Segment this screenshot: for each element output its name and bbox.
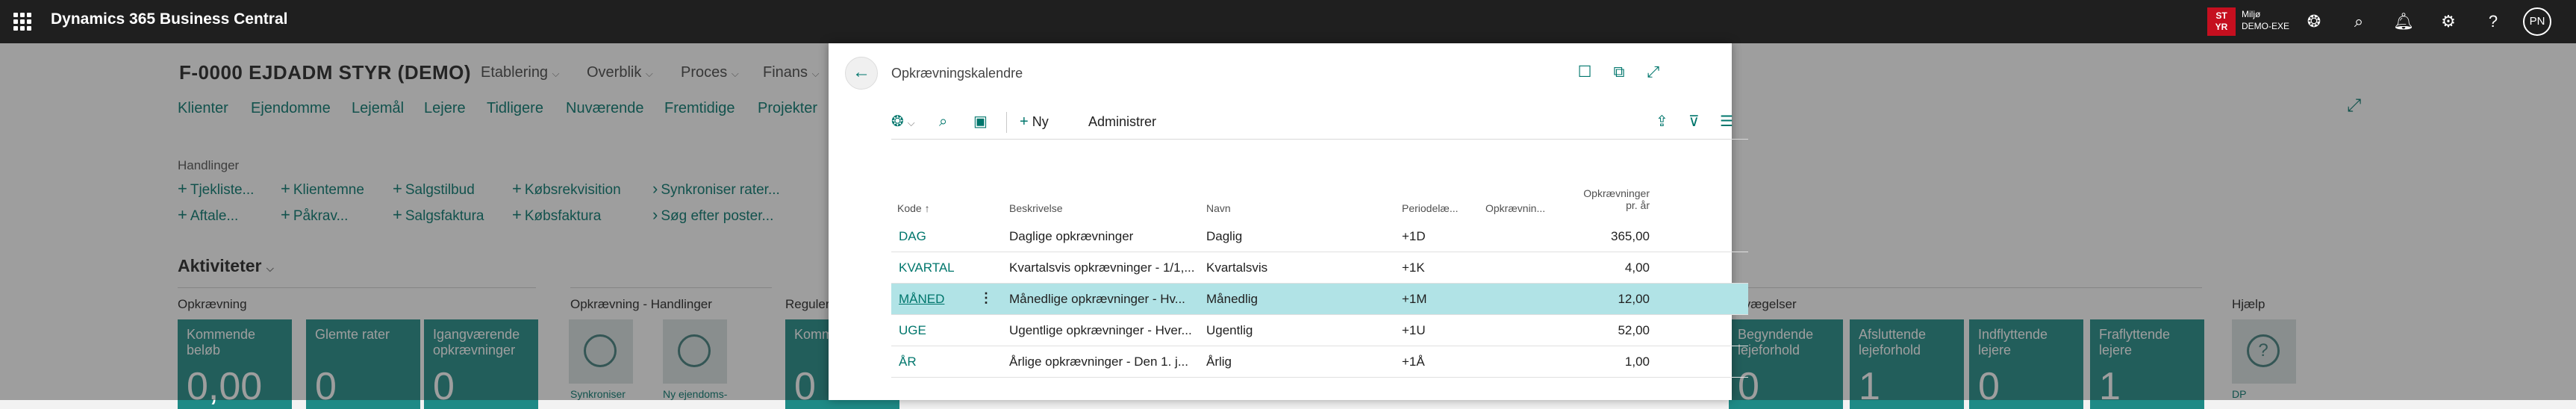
arrow-left-icon: ← (852, 62, 870, 82)
cell-period: +1U (1402, 323, 1426, 337)
dialog-title: Opkrævningskalendre (891, 66, 1023, 81)
col-header-per-year-line2: pr. år (1626, 199, 1650, 211)
search-button[interactable]: ⌕ (939, 110, 947, 133)
expand-icon[interactable]: ⤢ (1644, 63, 1663, 82)
app-name[interactable]: Dynamics 365 Business Central (51, 10, 287, 28)
cell-period: +1M (1402, 292, 1427, 306)
environment-name: DEMO-EXE (2242, 21, 2290, 31)
plus-icon: + (1020, 113, 1029, 130)
new-button[interactable]: + Ny (1020, 110, 1049, 133)
col-header-period[interactable]: Periodelæ... (1402, 202, 1458, 214)
help-icon[interactable]: ? (2483, 11, 2504, 32)
cell-description: Månedlige opkrævninger - Hv... (1009, 292, 1185, 306)
cell-description: Årlige opkrævninger - Den 1. j... (1009, 355, 1188, 369)
cell-description: Ugentlige opkrævninger - Hver... (1009, 323, 1192, 337)
cell-name: Ugentlig (1206, 323, 1253, 337)
open-new-window-icon[interactable]: ⧉ (1609, 63, 1629, 82)
filter-icon: ⊽ (1688, 113, 1700, 130)
cell-per-year: 365,00 (1611, 229, 1650, 243)
table-row[interactable]: ÅR Årlige opkrævninger - Den 1. j... Årl… (891, 346, 1748, 378)
copilot-dropdown[interactable]: ❂ ⌵ (891, 110, 915, 133)
search-icon: ⌕ (939, 113, 948, 130)
gear-icon[interactable]: ⚙ (2438, 11, 2459, 32)
table-row[interactable]: DAG Daglige opkrævninger Daglig +1D 365,… (891, 221, 1748, 252)
col-header-per-year-line1: Opkrævninger (1583, 187, 1650, 199)
cell-name: Daglig (1206, 229, 1243, 243)
cell-name: Kvartalsvis (1206, 260, 1268, 275)
col-header-per-year[interactable]: Opkrævninger pr. år (1575, 187, 1650, 211)
col-header-name[interactable]: Navn (1206, 202, 1231, 214)
sort-ascending-icon: ↑ (924, 202, 930, 214)
table-row[interactable]: UGE Ugentlige opkrævninger - Hver... Uge… (891, 315, 1748, 346)
col-header-description[interactable]: Beskrivelse (1009, 202, 1063, 214)
cell-code[interactable]: KVARTAL (899, 260, 988, 275)
bookmark-icon[interactable]: ☐ (1575, 63, 1594, 82)
opkraevningskalendre-dialog: ← Opkrævningskalendre ☐ ⧉ ⤢ ❂ ⌵ ⌕ ▣ + Ny… (829, 43, 1748, 400)
filter-button[interactable]: ⊽ (1688, 110, 1700, 133)
environment-badge: ST YR (2207, 7, 2236, 36)
cell-code[interactable]: MÅNED (899, 292, 973, 307)
cell-period: +1Å (1402, 355, 1425, 369)
layout-icon: ▣ (973, 113, 988, 130)
divider (1006, 112, 1007, 133)
share-button[interactable]: ⇪ (1656, 110, 1668, 133)
filter-pane-button[interactable]: ▣ (973, 110, 988, 133)
cell-code[interactable]: ÅR (899, 355, 988, 369)
row-actions-icon[interactable]: ⋮ (979, 290, 993, 306)
table-row-selected[interactable]: MÅNED ⋮ Månedlige opkrævninger - Hv... M… (891, 284, 1748, 315)
cell-period: +1D (1402, 229, 1426, 243)
col-header-code[interactable]: Kode ↑ (897, 202, 930, 214)
environment-info[interactable]: Miljø DEMO-EXE (2242, 8, 2289, 32)
bell-icon[interactable]: 🔔︎ (2393, 11, 2414, 32)
copilot-icon: ❂ (891, 113, 904, 130)
environment-label: Miljø (2242, 9, 2261, 19)
manage-button[interactable]: Administrer (1088, 110, 1156, 133)
table-row[interactable]: KVARTAL Kvartalsvis opkrævninger - 1/1,.… (891, 252, 1748, 284)
cell-per-year: 4,00 (1624, 260, 1650, 275)
col-header-collections[interactable]: Opkrævnin... (1485, 202, 1545, 214)
cell-period: +1K (1402, 260, 1425, 275)
dialog-toolbar: ❂ ⌵ ⌕ ▣ + Ny Administrer ⇪ ⊽ ☰ (891, 107, 1748, 140)
copilot-icon[interactable]: ❂ (2304, 11, 2324, 32)
cell-code[interactable]: DAG (899, 229, 988, 244)
chevron-down-icon: ⌵ (907, 117, 915, 128)
search-icon[interactable]: ⌕ (2348, 11, 2369, 32)
cell-description: Daglige opkrævninger (1009, 229, 1134, 243)
cell-per-year: 12,00 (1618, 292, 1650, 306)
top-bar: Dynamics 365 Business Central ST YR Milj… (0, 0, 2576, 43)
share-icon: ⇪ (1656, 113, 1668, 130)
avatar[interactable]: PN (2523, 7, 2551, 36)
cell-name: Årlig (1206, 355, 1232, 369)
list-view-button[interactable]: ☰ (1720, 110, 1733, 133)
app-launcher-icon[interactable] (13, 13, 31, 31)
cell-per-year: 52,00 (1618, 323, 1650, 337)
cell-per-year: 1,00 (1624, 355, 1650, 369)
cell-code[interactable]: UGE (899, 323, 988, 338)
back-button[interactable]: ← (845, 57, 878, 90)
cell-description: Kvartalsvis opkrævninger - 1/1,... (1009, 260, 1194, 275)
cell-name: Månedlig (1206, 292, 1258, 306)
list-icon: ☰ (1720, 113, 1733, 130)
